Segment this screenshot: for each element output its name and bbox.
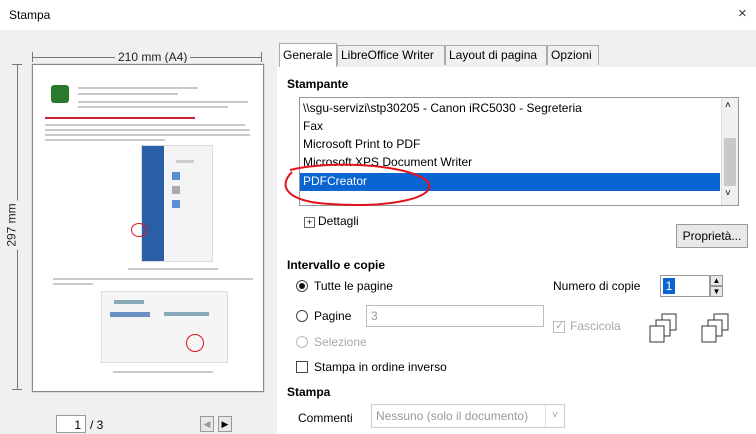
height-ruler-tick-top bbox=[12, 64, 22, 65]
copies-spinner[interactable]: 1 bbox=[660, 275, 710, 297]
copies-label: Numero di copie bbox=[553, 279, 641, 293]
reverse-order-checkbox[interactable] bbox=[296, 361, 308, 373]
pages-label[interactable]: Pagine bbox=[314, 309, 351, 323]
details-label[interactable]: Dettagli bbox=[318, 214, 359, 228]
selection-radio[interactable] bbox=[296, 336, 308, 348]
comments-dropdown[interactable]: Nessuno (solo il documento) ˅ bbox=[371, 404, 565, 428]
printer-list-scrollbar[interactable]: ˄ ˅ bbox=[721, 98, 738, 205]
all-pages-label[interactable]: Tutte le pagine bbox=[314, 279, 393, 293]
page-preview bbox=[32, 64, 264, 392]
printer-section-title: Stampante bbox=[287, 77, 349, 91]
title-bar bbox=[0, 0, 756, 30]
collate-checkbox[interactable]: ✓ bbox=[553, 320, 565, 333]
width-ruler-tick-left bbox=[32, 52, 33, 62]
pages-input[interactable]: 3 bbox=[366, 305, 544, 327]
all-pages-radio[interactable] bbox=[296, 280, 308, 292]
expand-plus-icon[interactable]: + bbox=[304, 217, 315, 228]
collate-on-icon bbox=[701, 313, 729, 343]
tab-layout-di-pagina[interactable]: Layout di pagina bbox=[445, 45, 547, 65]
scroll-up-icon[interactable]: ˄ bbox=[725, 100, 731, 111]
page-total-label: / 3 bbox=[90, 418, 104, 432]
copies-value[interactable]: 1 bbox=[663, 278, 675, 294]
scrollbar-thumb[interactable] bbox=[724, 138, 736, 186]
logo-icon bbox=[51, 85, 69, 103]
tab-opzioni[interactable]: Opzioni bbox=[547, 45, 599, 65]
page-number-field[interactable]: 1 bbox=[56, 415, 86, 433]
print-section-title: Stampa bbox=[287, 385, 331, 399]
printer-item[interactable]: \\sgu-servizi\stp30205 - Canon iRC5030 -… bbox=[303, 101, 582, 118]
comments-value: Nessuno (solo il documento) bbox=[376, 409, 529, 423]
preview-screenshot bbox=[141, 145, 213, 262]
close-icon[interactable]: × bbox=[738, 5, 747, 22]
copies-down-icon[interactable]: ▼ bbox=[710, 286, 723, 297]
preview-annotation-circle bbox=[131, 223, 147, 237]
width-ruler-tick-right bbox=[261, 52, 262, 62]
scroll-down-icon[interactable]: ˅ bbox=[725, 188, 731, 199]
previous-page-icon[interactable]: ◀ bbox=[200, 416, 214, 432]
chevron-down-icon[interactable]: ˅ bbox=[545, 405, 564, 427]
pages-radio[interactable] bbox=[296, 310, 308, 322]
window-title: Stampa bbox=[9, 8, 51, 22]
range-section-title: Intervallo e copie bbox=[287, 258, 386, 272]
printer-item[interactable]: Fax bbox=[303, 119, 323, 136]
tab-libreoffice-writer[interactable]: LibreOffice Writer bbox=[337, 45, 445, 65]
preview-export-image bbox=[101, 291, 228, 363]
tab-generale[interactable]: Generale bbox=[279, 43, 337, 67]
copies-up-icon[interactable]: ▲ bbox=[710, 275, 723, 286]
properties-button[interactable]: Proprietà... bbox=[676, 224, 748, 248]
next-page-icon[interactable]: ▶ bbox=[218, 416, 232, 432]
paper-width-label: 210 mm (A4) bbox=[115, 50, 191, 64]
selection-label: Selezione bbox=[314, 335, 367, 349]
printer-item[interactable]: Microsoft Print to PDF bbox=[303, 137, 420, 154]
height-ruler-tick-bottom bbox=[12, 389, 22, 390]
comments-label: Commenti bbox=[298, 411, 353, 425]
annotation-ellipse bbox=[284, 163, 431, 206]
paper-height-label: 297 mm bbox=[4, 200, 19, 250]
collate-off-icon bbox=[649, 313, 677, 343]
collate-label: Fascicola bbox=[570, 319, 621, 333]
reverse-order-label[interactable]: Stampa in ordine inverso bbox=[314, 360, 447, 374]
